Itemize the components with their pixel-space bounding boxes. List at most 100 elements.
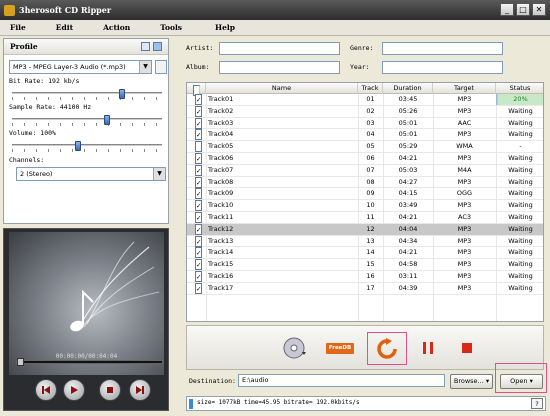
menu-action[interactable]: Action (103, 20, 130, 35)
track-checkbox[interactable]: ✓ (195, 259, 202, 271)
album-label: Album: (186, 63, 210, 71)
table-row[interactable]: ✓ Track12 12 04:04 MP3 Waiting (187, 223, 543, 236)
track-checkbox[interactable]: ✓ (195, 200, 202, 212)
play-button[interactable] (63, 379, 85, 401)
table-row[interactable]: ✓ Track09 09 04:15 OGG Waiting (187, 188, 543, 201)
menu-file[interactable]: File (10, 20, 26, 35)
cd-icon (283, 337, 306, 359)
track-status: Waiting (508, 177, 533, 186)
track-checkbox[interactable]: ✓ (195, 94, 202, 105)
table-row[interactable]: Track05 05 05:29 WMA - (187, 141, 543, 153)
table-row[interactable]: ✓ Track01 01 03:45 MP3 20% (187, 94, 543, 106)
channels-select[interactable]: 2 (Stereo) ▼ (16, 167, 166, 181)
table-row[interactable]: ✓ Track14 14 04:21 MP3 Waiting (187, 247, 543, 260)
table-row[interactable]: ✓ Track13 13 04:34 MP3 Waiting (187, 235, 543, 248)
table-row[interactable]: ✓ Track08 08 04:27 MP3 Waiting (187, 176, 543, 189)
help-button[interactable]: ? (531, 398, 543, 409)
track-duration: 03:45 (398, 95, 418, 103)
menu-tools[interactable]: Tools (160, 20, 182, 35)
menu-help[interactable]: Help (215, 20, 235, 35)
col-status[interactable]: Status (496, 83, 543, 94)
minimize-button[interactable]: _ (500, 3, 514, 16)
table-row[interactable]: ✓ Track15 15 04:58 MP3 Waiting (187, 259, 543, 271)
freedb-button[interactable]: FreeDB (325, 334, 355, 362)
year-field[interactable] (382, 61, 503, 74)
track-number: 05 (366, 142, 375, 151)
track-checkbox[interactable]: ✓ (195, 105, 202, 117)
freedb-label: FreeDB (326, 342, 354, 354)
table-row[interactable]: ✓ Track03 03 05:01 AAC Waiting (187, 117, 543, 130)
browse-button[interactable]: Browse... ▾ (450, 374, 493, 389)
track-checkbox[interactable]: ✓ (195, 153, 202, 164)
track-checkbox[interactable]: ✓ (195, 188, 202, 200)
list-view-icon[interactable] (141, 42, 150, 51)
stop-convert-button[interactable] (452, 334, 482, 362)
track-checkbox[interactable]: ✓ (195, 282, 202, 294)
cd-drive-button[interactable] (279, 334, 309, 362)
table-row[interactable]: ✓ Track17 17 04:39 MP3 Waiting (187, 282, 543, 295)
table-row[interactable]: ✓ Track10 10 03:49 MP3 Waiting (187, 200, 543, 212)
track-name: Track02 (208, 106, 234, 115)
skip-forward-icon (136, 386, 144, 394)
year-label: Year: (350, 63, 370, 71)
track-checkbox[interactable]: ✓ (195, 235, 202, 247)
destination-field[interactable]: E:\audio (238, 374, 445, 387)
table-row[interactable]: ✓ Track04 04 05:01 MP3 Waiting (187, 129, 543, 142)
bitrate-thumb[interactable] (118, 89, 125, 99)
track-checkbox[interactable]: ✓ (195, 176, 202, 188)
detail-view-icon[interactable] (153, 42, 162, 51)
pause-button[interactable] (413, 334, 443, 362)
track-checkbox[interactable]: ✓ (195, 117, 202, 129)
track-name: Track04 (208, 130, 234, 139)
track-name: Track10 (208, 201, 234, 210)
stop-button[interactable] (99, 379, 121, 401)
track-target: MP3 (457, 201, 472, 210)
col-track[interactable]: Track (358, 83, 383, 94)
volume-label: Volume: 100% (9, 129, 56, 137)
table-row[interactable]: ✓ Track06 06 04:21 MP3 Waiting (187, 153, 543, 165)
artist-field[interactable] (219, 42, 340, 55)
track-checkbox[interactable]: ✓ (195, 271, 202, 282)
genre-field[interactable] (382, 42, 503, 55)
status-indicator (189, 399, 193, 409)
chevron-down-icon: ▼ (139, 61, 151, 73)
table-row[interactable]: ✓ Track11 11 04:21 AC3 Waiting (187, 212, 543, 224)
track-checkbox[interactable]: ✓ (195, 129, 202, 141)
table-row[interactable]: ✓ Track02 02 05:26 MP3 Waiting (187, 105, 543, 118)
maximize-button[interactable]: □ (516, 3, 530, 16)
close-button[interactable]: ✕ (532, 3, 546, 16)
col-duration[interactable]: Duration (383, 83, 433, 94)
table-row[interactable]: ✓ Track07 07 05:03 M4A Waiting (187, 164, 543, 177)
track-duration: 04:04 (398, 224, 418, 233)
samplerate-slider[interactable] (12, 115, 162, 126)
timecode: 00:00:00/00:04:04 (55, 353, 118, 360)
seek-thumb[interactable] (17, 358, 24, 366)
album-field[interactable] (219, 61, 340, 74)
track-duration: 05:01 (398, 118, 418, 127)
seek-bar[interactable] (16, 358, 163, 366)
track-checkbox[interactable] (195, 141, 202, 153)
previous-button[interactable] (35, 379, 57, 401)
track-target: MP3 (457, 260, 472, 269)
volume-slider[interactable] (12, 141, 162, 152)
track-duration: 04:15 (398, 189, 418, 198)
col-target[interactable]: Target (433, 83, 496, 94)
col-name[interactable]: Name (206, 83, 358, 94)
track-name: Track08 (208, 177, 234, 186)
samplerate-thumb[interactable] (104, 115, 111, 125)
volume-thumb[interactable] (75, 141, 82, 151)
track-checkbox[interactable]: ✓ (195, 164, 202, 176)
profile-settings-icon[interactable] (155, 60, 167, 74)
play-icon (71, 386, 78, 394)
music-note-icon (70, 241, 160, 332)
track-number: 09 (366, 189, 375, 198)
track-checkbox[interactable]: ✓ (195, 212, 202, 223)
format-select[interactable]: MP3 - MPEG Layer-3 Audio (*.mp3) ▼ (9, 60, 152, 74)
next-button[interactable] (129, 379, 151, 401)
track-target: MP3 (457, 95, 472, 103)
table-row[interactable]: ✓ Track16 16 03:11 MP3 Waiting (187, 271, 543, 283)
bitrate-slider[interactable] (12, 89, 162, 100)
menu-edit[interactable]: Edit (56, 20, 73, 35)
track-checkbox[interactable]: ✓ (195, 247, 202, 259)
track-checkbox[interactable]: ✓ (195, 223, 202, 235)
